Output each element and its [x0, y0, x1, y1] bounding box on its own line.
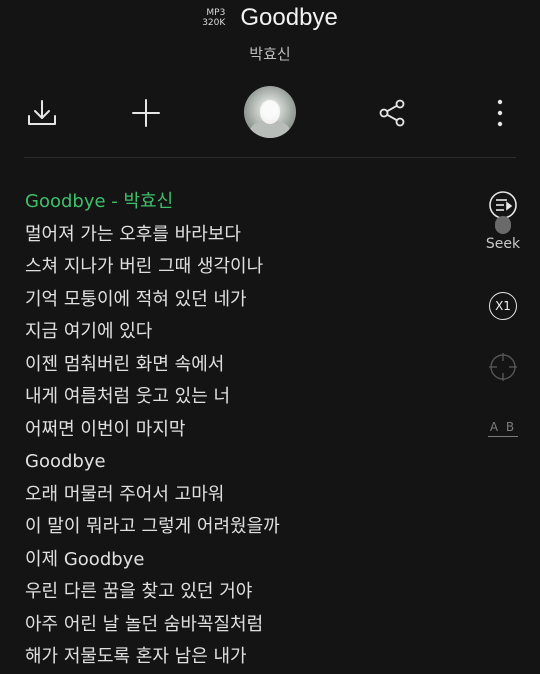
plus-icon [132, 99, 160, 127]
now-playing-header: MP3 320K Goodbye 박효신 [0, 0, 540, 70]
lyric-line[interactable]: 우린 다른 꿈을 찾고 있던 거야 [25, 576, 465, 609]
artist-name[interactable]: 박효신 [0, 43, 540, 64]
download-button[interactable] [14, 84, 70, 142]
lyric-line[interactable]: 이젠 멈춰버린 화면 속에서 [25, 349, 465, 382]
lyric-line[interactable]: 이제 Goodbye [25, 544, 465, 577]
lyric-line-current[interactable]: Goodbye - 박효신 [25, 186, 465, 219]
share-icon [379, 99, 405, 127]
lyric-line[interactable]: 지금 여기에 있다 [25, 316, 465, 349]
lyric-line[interactable]: 멀어져 가는 오후를 바라보다 [25, 219, 465, 252]
avatar-face [260, 100, 280, 124]
ab-repeat-label: A B [487, 420, 519, 437]
lyric-line[interactable]: 이 말이 뭐라고 그렇게 어려웠을까 [25, 511, 465, 544]
lyric-line[interactable]: 스쳐 지나가 버린 그때 생각이나 [25, 251, 465, 284]
seek-switch-icon [495, 216, 511, 234]
speed-icon: X1 [489, 292, 517, 320]
divider [24, 157, 516, 158]
lyric-line[interactable]: 해가 저물도록 혼자 남은 내가 [25, 641, 465, 674]
toolbar [0, 84, 540, 142]
lyric-line[interactable]: 기억 모퉁이에 적혀 있던 네가 [25, 284, 465, 317]
download-icon [28, 100, 56, 125]
seek-label: Seek [485, 236, 521, 252]
share-button[interactable] [364, 84, 420, 142]
add-to-playlist-button[interactable] [118, 84, 174, 142]
more-button[interactable] [472, 84, 528, 142]
speed-button[interactable]: X1 [478, 292, 528, 320]
quality-bitrate: 320K [202, 18, 226, 28]
artist-avatar[interactable] [244, 86, 296, 138]
lyric-line[interactable]: 어쩌면 이번이 마지막 [25, 414, 465, 447]
more-vertical-icon [497, 99, 503, 127]
lyric-line[interactable]: 내게 여름처럼 웃고 있는 너 [25, 381, 465, 414]
ab-repeat-button[interactable]: A B [478, 420, 528, 437]
lyric-line[interactable]: 오래 머물러 주어서 고마워 [25, 479, 465, 512]
lyrics-list: Goodbye - 박효신 멀어져 가는 오후를 바라보다 스쳐 지나가 버린 … [25, 186, 465, 674]
quality-badge: MP3 320K [202, 8, 225, 28]
locate-current-line-button[interactable] [478, 352, 528, 382]
lyric-line[interactable]: 아주 어린 날 놀던 숨바꼭질처럼 [25, 609, 465, 642]
lyric-line[interactable]: Goodbye [25, 446, 465, 479]
song-title: Goodbye [240, 4, 338, 31]
quality-format: MP3 [206, 8, 226, 18]
title-row: MP3 320K Goodbye [0, 4, 540, 32]
seek-toggle[interactable]: Seek [478, 216, 528, 252]
speed-label: X1 [495, 299, 511, 313]
crosshair-icon [489, 353, 517, 381]
